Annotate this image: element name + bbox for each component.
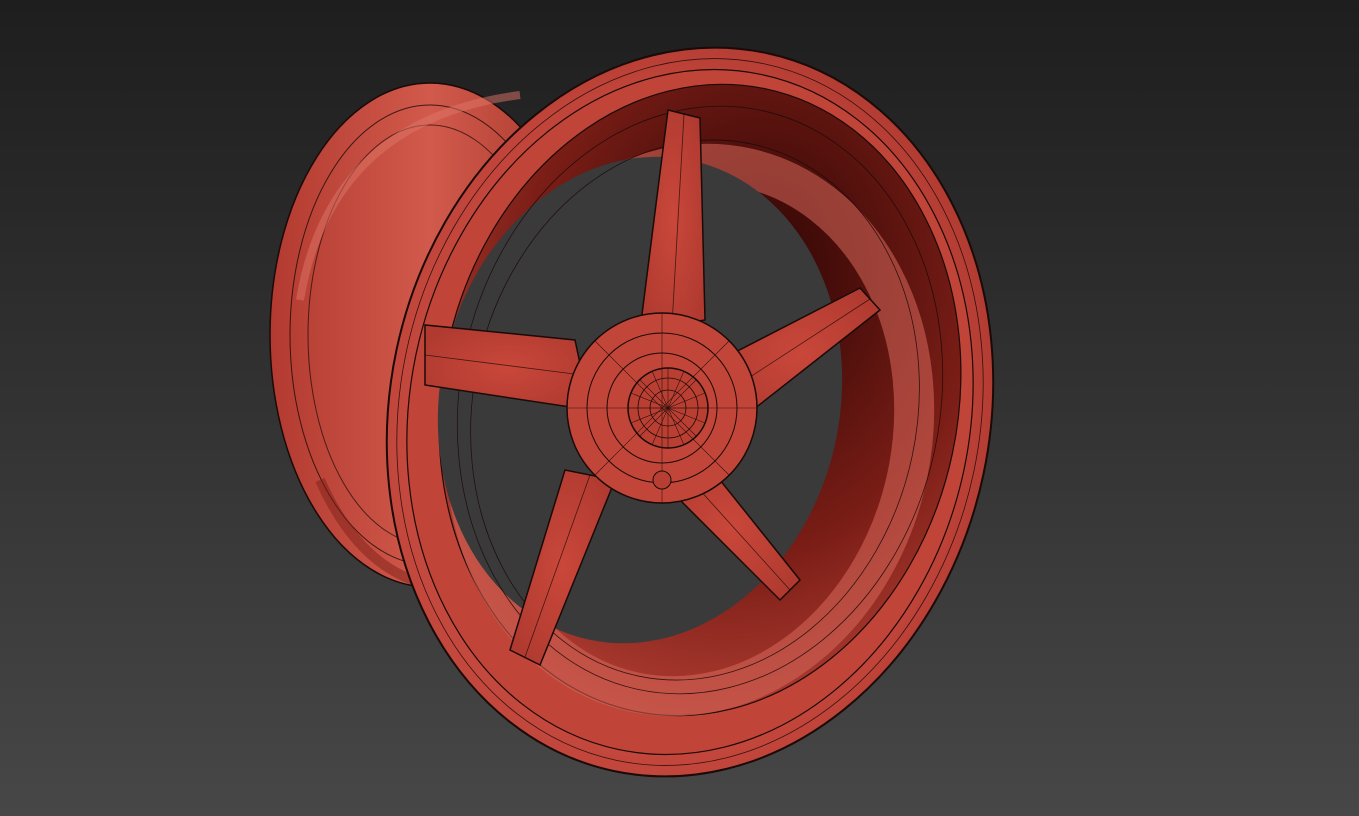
center-hub — [566, 312, 758, 504]
wheel-rim-model[interactable] — [0, 0, 1359, 816]
emblem-icon — [652, 470, 672, 490]
3d-viewport[interactable] — [0, 0, 1359, 816]
